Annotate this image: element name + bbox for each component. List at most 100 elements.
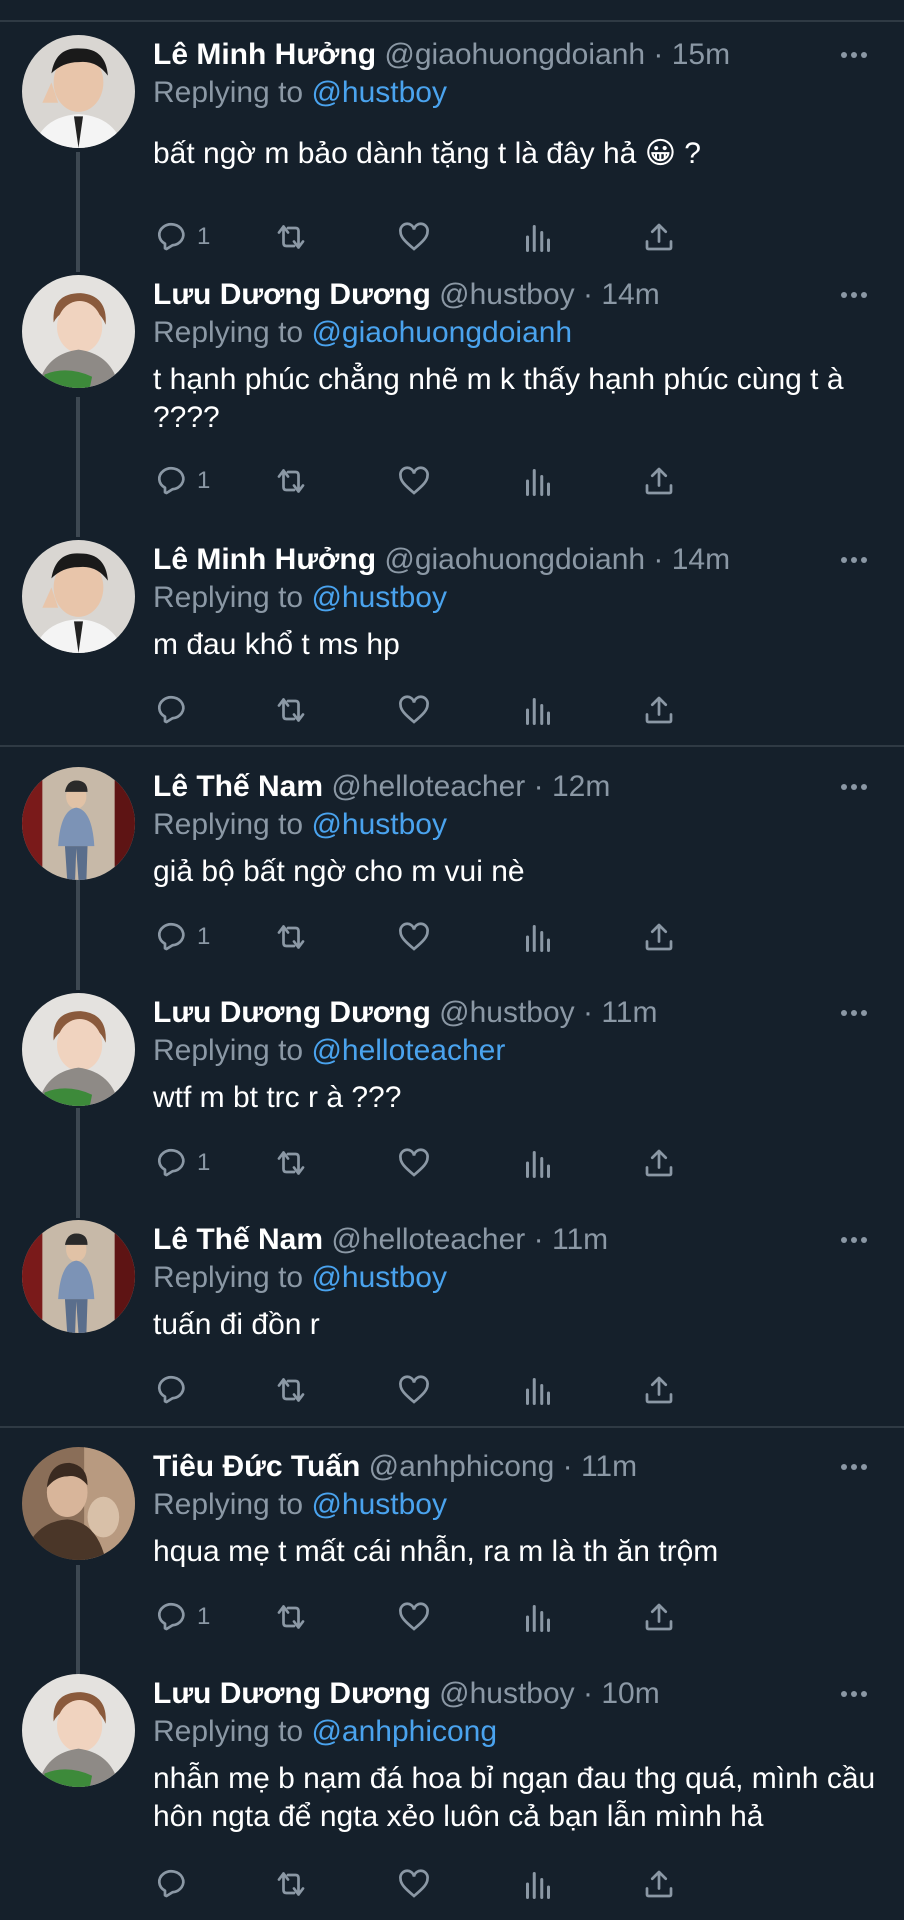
timestamp[interactable]: 11m bbox=[552, 1223, 608, 1256]
timestamp[interactable]: 14m bbox=[672, 543, 730, 576]
avatar[interactable] bbox=[22, 993, 135, 1106]
display-name[interactable]: Lưu Dương Dương bbox=[153, 996, 431, 1029]
retweet-button[interactable] bbox=[273, 461, 309, 501]
reply-button[interactable] bbox=[153, 690, 197, 730]
share-button[interactable] bbox=[641, 1597, 677, 1637]
retweet-button[interactable] bbox=[273, 217, 309, 257]
replying-to: Replying to @hustboy bbox=[153, 1261, 447, 1294]
timestamp[interactable]: 11m bbox=[581, 1450, 637, 1483]
retweet-button[interactable] bbox=[273, 1143, 309, 1183]
avatar[interactable] bbox=[22, 35, 135, 148]
share-button[interactable] bbox=[641, 1864, 677, 1904]
username[interactable]: @hustboy bbox=[439, 996, 575, 1029]
replying-to: Replying to @hustboy bbox=[153, 581, 447, 614]
analytics-button[interactable] bbox=[520, 1143, 556, 1183]
retweet-button[interactable] bbox=[273, 1597, 309, 1637]
share-button[interactable] bbox=[641, 461, 677, 501]
reply-button[interactable]: 1 bbox=[153, 461, 210, 501]
more-options-icon[interactable] bbox=[834, 35, 874, 75]
share-button[interactable] bbox=[641, 1370, 677, 1410]
reply-mention[interactable]: @hustboy bbox=[311, 1488, 447, 1521]
username[interactable]: @anhphicong bbox=[369, 1450, 555, 1483]
avatar[interactable] bbox=[22, 767, 135, 880]
reply-mention[interactable]: @hustboy bbox=[311, 808, 447, 841]
like-button[interactable] bbox=[396, 1143, 432, 1183]
share-button[interactable] bbox=[641, 1143, 677, 1183]
more-options-icon[interactable] bbox=[834, 767, 874, 807]
timestamp[interactable]: 11m bbox=[601, 996, 657, 1029]
avatar[interactable] bbox=[22, 275, 135, 388]
timestamp[interactable]: 15m bbox=[672, 38, 730, 71]
reply-mention[interactable]: @hustboy bbox=[311, 581, 447, 614]
display-name[interactable]: Tiêu Đức Tuấn bbox=[153, 1450, 360, 1483]
retweet-icon bbox=[277, 1151, 305, 1175]
username[interactable]: @helloteacher bbox=[331, 1223, 525, 1256]
analytics-button[interactable] bbox=[520, 690, 556, 730]
retweet-button[interactable] bbox=[273, 917, 309, 957]
more-options-icon[interactable] bbox=[834, 993, 874, 1033]
analytics-button[interactable] bbox=[520, 1864, 556, 1904]
share-icon bbox=[645, 1603, 673, 1631]
reply-mention[interactable]: @anhphicong bbox=[311, 1715, 497, 1748]
username[interactable]: @giaohuongdoianh bbox=[384, 38, 645, 71]
more-options-icon[interactable] bbox=[834, 540, 874, 580]
like-button[interactable] bbox=[396, 1864, 432, 1904]
reply-icon bbox=[157, 695, 185, 724]
like-button[interactable] bbox=[396, 1597, 432, 1637]
share-button[interactable] bbox=[641, 690, 677, 730]
analytics-button[interactable] bbox=[520, 1370, 556, 1410]
avatar[interactable] bbox=[22, 1447, 135, 1560]
timestamp[interactable]: 10m bbox=[601, 1677, 659, 1710]
more-options-icon[interactable] bbox=[834, 1447, 874, 1487]
username[interactable]: @hustboy bbox=[439, 1677, 575, 1710]
tweet-text: m đau khổ t ms hp bbox=[153, 628, 400, 661]
username[interactable]: @giaohuongdoianh bbox=[384, 543, 645, 576]
display-name[interactable]: Lê Thế Nam bbox=[153, 770, 323, 803]
reply-button[interactable]: 1 bbox=[153, 1597, 210, 1637]
retweet-button[interactable] bbox=[273, 1864, 309, 1904]
reply-button[interactable] bbox=[153, 1370, 197, 1410]
like-button[interactable] bbox=[396, 917, 432, 957]
reply-mention[interactable]: @hustboy bbox=[311, 1261, 447, 1294]
heart-icon bbox=[399, 222, 429, 251]
avatar[interactable] bbox=[22, 540, 135, 653]
analytics-button[interactable] bbox=[520, 917, 556, 957]
like-button[interactable] bbox=[396, 1370, 432, 1410]
analytics-button[interactable] bbox=[520, 1597, 556, 1637]
analytics-button[interactable] bbox=[520, 217, 556, 257]
like-button[interactable] bbox=[396, 690, 432, 730]
retweet-button[interactable] bbox=[273, 1370, 309, 1410]
share-button[interactable] bbox=[641, 917, 677, 957]
display-name[interactable]: Lưu Dương Dương bbox=[153, 278, 431, 311]
display-name[interactable]: Lê Minh Hưởng bbox=[153, 543, 376, 576]
display-name[interactable]: Lê Thế Nam bbox=[153, 1223, 323, 1256]
more-options-icon[interactable] bbox=[834, 1220, 874, 1260]
username[interactable]: @hustboy bbox=[439, 278, 575, 311]
action-bar bbox=[153, 690, 803, 730]
avatar[interactable] bbox=[22, 1220, 135, 1333]
action-bar: 1 bbox=[153, 1597, 803, 1637]
more-options-icon[interactable] bbox=[834, 275, 874, 315]
separator-dot: · bbox=[583, 996, 593, 1029]
share-button[interactable] bbox=[641, 217, 677, 257]
separator-dot: · bbox=[533, 1223, 544, 1256]
avatar[interactable] bbox=[22, 1674, 135, 1787]
timestamp[interactable]: 12m bbox=[552, 770, 610, 803]
retweet-button[interactable] bbox=[273, 690, 309, 730]
display-name[interactable]: Lê Minh Hưởng bbox=[153, 38, 376, 71]
display-name[interactable]: Lưu Dương Dương bbox=[153, 1677, 431, 1710]
like-button[interactable] bbox=[396, 217, 432, 257]
reply-mention[interactable]: @helloteacher bbox=[311, 1034, 505, 1067]
analytics-button[interactable] bbox=[520, 461, 556, 501]
reply-mention[interactable]: @giaohuongdoianh bbox=[311, 316, 572, 349]
reply-button[interactable] bbox=[153, 1864, 197, 1904]
reply-button[interactable]: 1 bbox=[153, 1143, 210, 1183]
more-options-icon[interactable] bbox=[834, 1674, 874, 1714]
like-button[interactable] bbox=[396, 461, 432, 501]
username[interactable]: @helloteacher bbox=[331, 770, 525, 803]
timestamp[interactable]: 14m bbox=[601, 278, 659, 311]
analytics-icon bbox=[526, 1605, 550, 1632]
reply-button[interactable]: 1 bbox=[153, 217, 210, 257]
reply-button[interactable]: 1 bbox=[153, 917, 210, 957]
reply-mention[interactable]: @hustboy bbox=[311, 76, 447, 109]
